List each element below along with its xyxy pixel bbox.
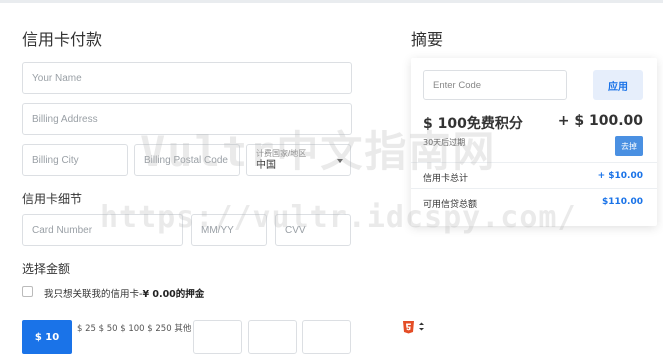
country-select[interactable]: 计费国家/地区 中国 [246, 144, 351, 176]
top-shadow-bar [0, 0, 663, 3]
country-select-value: 中国 [256, 159, 276, 171]
html5-icon[interactable] [402, 320, 426, 334]
deposit-amount-text: ¥ 0.00的押金 [142, 289, 205, 300]
promo-code-field[interactable] [423, 70, 567, 100]
card-number-field[interactable] [22, 214, 183, 246]
link-card-only-label: 我只想关联我的信用卡-¥ 0.00的押金 [44, 286, 204, 300]
chevron-down-icon [337, 159, 343, 163]
summary-divider [411, 162, 657, 163]
amount-option-box[interactable] [248, 320, 297, 354]
promo-code-input[interactable] [433, 79, 566, 91]
card-details-title: 信用卡细节 [22, 192, 83, 206]
remove-credit-button[interactable]: 去掉 [615, 136, 643, 156]
amount-option-box[interactable] [302, 320, 351, 354]
available-credit-label: 可用信贷总额 [423, 200, 478, 210]
expiry-input[interactable] [201, 224, 266, 236]
html5-icon-svg [403, 321, 424, 334]
apply-code-button[interactable]: 应用 [593, 70, 643, 100]
card-total-value: + $10.00 [597, 171, 643, 181]
free-credit-amount: + $ 100.00 [557, 113, 643, 129]
amount-options-list[interactable]: $ 25 $ 50 $ 100 $ 250 其他 [77, 322, 191, 334]
available-credit-value: $110.00 [602, 197, 643, 207]
billing-city-input[interactable] [32, 154, 127, 166]
credit-expire-note: 30天后过期 [423, 138, 466, 147]
credit-card-payment-title: 信用卡付款 [22, 30, 103, 49]
billing-city-field[interactable] [22, 144, 128, 176]
billing-postal-input[interactable] [144, 154, 239, 166]
billing-address-input[interactable] [32, 113, 351, 125]
billing-postal-field[interactable] [134, 144, 240, 176]
country-select-label: 计费国家/地区 [256, 148, 307, 158]
summary-title: 摘要 [411, 30, 444, 49]
link-card-only-text: 我只想关联我的信用卡- [44, 289, 143, 300]
free-credit-title: $ 100免费积分 [423, 116, 523, 132]
summary-divider [411, 188, 657, 189]
cvv-field[interactable] [275, 214, 351, 246]
amount-10-button[interactable]: $ 10 [22, 320, 72, 354]
card-total-label: 信用卡总计 [423, 174, 469, 184]
expiry-field[interactable] [191, 214, 267, 246]
name-input[interactable] [32, 72, 351, 84]
amount-option-box[interactable] [193, 320, 242, 354]
link-card-only-checkbox[interactable] [22, 286, 33, 297]
name-field[interactable] [22, 62, 352, 94]
cvv-input[interactable] [285, 224, 350, 236]
billing-address-field[interactable] [22, 103, 352, 135]
summary-card: 应用 $ 100免费积分 + $ 100.00 30天后过期 去掉 信用卡总计 … [411, 58, 657, 226]
card-number-input[interactable] [32, 224, 182, 236]
choose-amount-title: 选择金额 [22, 262, 71, 276]
